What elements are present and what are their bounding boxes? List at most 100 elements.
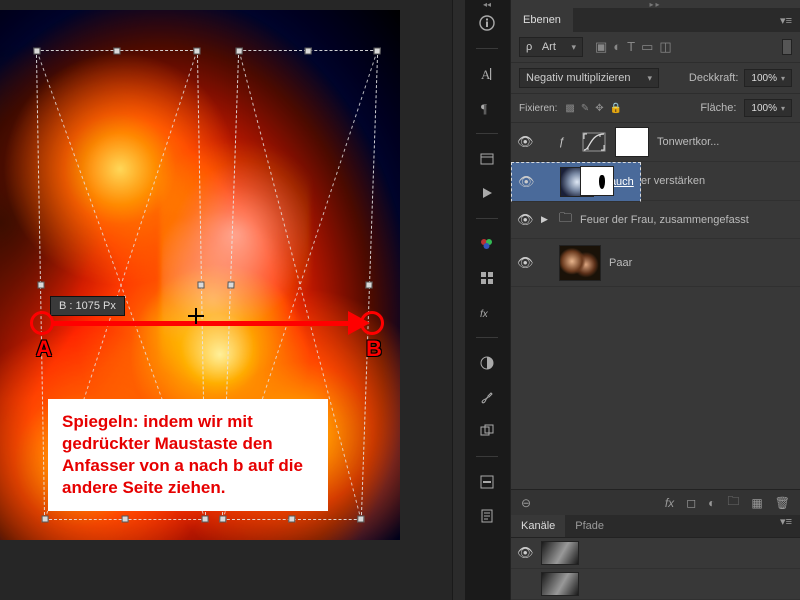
measure-icon[interactable]: [474, 469, 500, 495]
visibility-toggle[interactable]: 👁: [517, 212, 533, 228]
panel-flyout-icon[interactable]: ▾≡: [772, 14, 800, 27]
annotation-label-a: A: [36, 336, 52, 362]
fill-value: 100%: [751, 103, 777, 114]
transform-handle[interactable]: [374, 48, 381, 55]
annotation-marker-a: [30, 311, 54, 335]
transform-size-tooltip: B : 1075 Px: [50, 296, 125, 316]
panel-tabbar: Ebenen ▾≡: [511, 8, 800, 32]
character-icon[interactable]: A: [474, 61, 500, 87]
channels-panel-tabbar: Kanäle Pfade ▾≡: [511, 515, 800, 537]
layer-mask-thumb[interactable]: [615, 127, 649, 157]
trash-icon[interactable]: 🗑: [775, 496, 790, 510]
chevron-down-icon: ▾: [781, 74, 785, 83]
transform-handle[interactable]: [236, 48, 243, 55]
new-group-icon[interactable]: 🗀: [727, 492, 739, 513]
history-icon[interactable]: [474, 146, 500, 172]
layer-filter-select[interactable]: ρ Art ▾: [519, 37, 583, 57]
layer-list: 👁 ƒ Tonwertkor... 👁 Rauch 👁 ▶ 🗀 Feuer ve…: [511, 123, 800, 489]
shape-filter-icon[interactable]: ▭: [641, 39, 653, 55]
panel-flyout-icon[interactable]: ▾≡: [772, 515, 800, 537]
brush-icon[interactable]: [474, 384, 500, 410]
new-adjustment-icon[interactable]: ◐: [708, 496, 715, 510]
channel-thumb[interactable]: [541, 572, 579, 596]
lock-all-icon[interactable]: 🔒: [610, 103, 622, 114]
transform-handle[interactable]: [365, 282, 372, 289]
fill-label: Fläche:: [700, 102, 736, 114]
image-filter-icon[interactable]: ▣: [595, 39, 607, 55]
visibility-toggle[interactable]: 👁: [518, 174, 534, 190]
move-cursor-icon: [188, 308, 204, 324]
transform-handle[interactable]: [113, 48, 120, 55]
lock-pixels-icon[interactable]: ✎: [581, 103, 589, 114]
layer-name[interactable]: Paar: [609, 257, 632, 269]
link-layers-icon[interactable]: ⊖: [521, 496, 531, 510]
panel-strip-collapse[interactable]: ◂◂: [472, 0, 502, 8]
new-layer-icon[interactable]: ▦: [751, 496, 762, 510]
transform-handle[interactable]: [305, 48, 312, 55]
blend-mode-value: Negativ multiplizieren: [526, 72, 631, 84]
transform-handle[interactable]: [227, 282, 234, 289]
transform-handle[interactable]: [42, 516, 49, 523]
styles-icon[interactable]: fx: [474, 299, 500, 325]
curves-icon: [581, 131, 607, 153]
visibility-toggle[interactable]: 👁: [517, 255, 533, 271]
visibility-toggle[interactable]: 👁: [517, 545, 533, 561]
fx-icon[interactable]: fx: [665, 496, 674, 510]
transform-handle[interactable]: [219, 516, 226, 523]
smart-filter-icon[interactable]: ◫: [659, 39, 671, 55]
channel-thumb[interactable]: [541, 541, 579, 565]
channel-row[interactable]: 👁: [511, 538, 800, 569]
transform-handle[interactable]: [33, 48, 40, 55]
fill-input[interactable]: 100% ▾: [744, 99, 792, 117]
filter-toggle[interactable]: [782, 39, 792, 55]
chevron-down-icon: ▾: [571, 42, 576, 53]
info-icon[interactable]: [474, 10, 500, 36]
transform-handle[interactable]: [37, 282, 44, 289]
swatches-icon[interactable]: [474, 231, 500, 257]
clone-source-icon[interactable]: [474, 418, 500, 444]
panel-icon-strip: A ¶ fx: [472, 10, 502, 529]
transform-handle[interactable]: [288, 516, 295, 523]
layer-thumb[interactable]: [559, 245, 601, 281]
tab-channels[interactable]: Kanäle: [511, 515, 565, 537]
panel-drag-handle[interactable]: ▸▸: [511, 0, 800, 8]
visibility-toggle[interactable]: 👁: [517, 134, 533, 150]
transform-handle[interactable]: [193, 48, 200, 55]
type-filter-icon[interactable]: T: [627, 39, 635, 55]
svg-text:fx: fx: [480, 309, 489, 320]
group-mask-thumb[interactable]: [580, 166, 614, 196]
layer-row-adjustment[interactable]: 👁 ƒ Tonwertkor...: [511, 123, 800, 162]
document-canvas[interactable]: B : 1075 Px A B Spiegeln: indem wir mit …: [0, 0, 465, 600]
layer-row-paar[interactable]: 👁 Paar: [511, 239, 800, 287]
transform-handle[interactable]: [122, 516, 129, 523]
lock-position-icon[interactable]: ✥: [595, 103, 603, 114]
adjust-filter-icon[interactable]: ◐: [613, 39, 621, 55]
tab-layers[interactable]: Ebenen: [511, 8, 573, 32]
opacity-input[interactable]: 100% ▾: [744, 69, 792, 87]
paragraph-icon[interactable]: ¶: [474, 95, 500, 121]
transform-handle[interactable]: [202, 516, 209, 523]
channel-row[interactable]: 👁: [511, 569, 800, 600]
transform-handle[interactable]: [357, 516, 364, 523]
canvas-scrollbar[interactable]: [452, 0, 465, 600]
adjustments-icon[interactable]: [474, 350, 500, 376]
annotation-label-b: B: [366, 336, 382, 362]
layer-name[interactable]: Feuer der Frau, zusammengefasst: [580, 214, 749, 226]
disclosure-icon[interactable]: ▶: [541, 214, 551, 225]
opacity-label: Deckkraft:: [689, 72, 739, 84]
layer-filter-row: ρ Art ▾ ▣ ◐ T ▭ ◫: [511, 32, 800, 63]
lock-label: Fixieren:: [519, 103, 557, 114]
color-icon[interactable]: [474, 265, 500, 291]
notes-icon[interactable]: [474, 503, 500, 529]
actions-icon[interactable]: [474, 180, 500, 206]
add-mask-icon[interactable]: ◻: [686, 496, 696, 510]
chevron-down-icon: ▾: [647, 73, 652, 84]
blend-mode-select[interactable]: Negativ multiplizieren ▾: [519, 68, 659, 88]
blend-opacity-row: Negativ multiplizieren ▾ Deckkraft: 100%…: [511, 63, 800, 94]
lock-transparent-icon[interactable]: ▩: [565, 103, 574, 114]
transform-handle[interactable]: [197, 282, 204, 289]
layer-name[interactable]: Tonwertkor...: [657, 136, 719, 148]
layer-row-group-fire-woman[interactable]: 👁 ▶ 🗀 Feuer der Frau, zusammengefasst: [511, 201, 800, 239]
tab-paths[interactable]: Pfade: [565, 515, 614, 537]
layer-row-rauch[interactable]: 👁 Rauch: [511, 162, 641, 202]
